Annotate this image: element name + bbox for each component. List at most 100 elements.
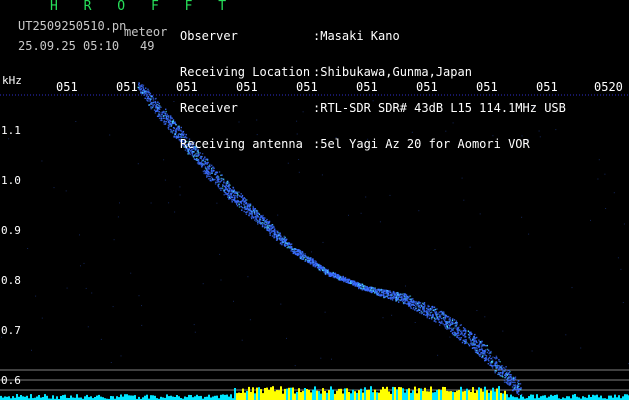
echo-dot <box>503 379 506 381</box>
noise-bar <box>154 395 156 400</box>
echo-dot <box>251 213 253 215</box>
echo-dot <box>218 186 220 188</box>
echo-dot <box>370 289 372 291</box>
noise-speckle <box>80 265 81 267</box>
echo-dot <box>139 85 141 87</box>
y-tick-label: 1.1 <box>1 124 21 137</box>
echo-dot <box>233 190 235 193</box>
image-filename: UT2509250510.pn <box>18 19 127 33</box>
echo-dot <box>454 325 456 327</box>
echo-dot <box>477 351 479 353</box>
noise-bar <box>214 395 216 400</box>
echo-dot <box>253 211 256 213</box>
echo-dot <box>226 187 228 190</box>
noise-speckle <box>294 365 296 367</box>
noise-bar <box>596 394 598 400</box>
echo-dot <box>266 227 268 230</box>
echo-dot <box>225 185 228 187</box>
echo-dot <box>500 368 503 370</box>
noise-bar <box>490 390 492 400</box>
noise-bar <box>116 396 118 400</box>
echo-dot <box>279 242 282 245</box>
echo-dot <box>423 313 425 316</box>
echo-dot <box>238 203 240 205</box>
echo-dot <box>452 333 455 336</box>
echo-dot <box>269 234 271 236</box>
echo-dot <box>427 308 429 311</box>
noise-bar <box>462 391 464 400</box>
echo-dot <box>241 194 244 197</box>
echo-dot <box>276 231 279 233</box>
noise-bar <box>404 392 406 400</box>
echo-dot <box>314 260 317 262</box>
noise-bar <box>70 395 72 400</box>
echo-dot <box>173 136 175 138</box>
echo-dot <box>486 344 488 347</box>
noise-speckle <box>83 262 85 264</box>
echo-dot <box>232 199 234 201</box>
noise-speckle <box>597 178 599 180</box>
echo-dot <box>309 260 312 262</box>
noise-bar <box>400 387 402 400</box>
noise-bar <box>236 393 238 400</box>
echo-dot <box>384 296 386 298</box>
noise-bar <box>212 396 214 400</box>
noise-speckle <box>311 251 312 253</box>
echo-dot <box>164 113 167 115</box>
echo-dot <box>175 136 177 138</box>
echo-dot <box>326 271 329 273</box>
echo-dot <box>395 300 398 302</box>
echo-dot <box>485 359 487 362</box>
noise-bar <box>190 395 192 400</box>
noise-bar <box>422 391 424 400</box>
echo-dot <box>326 270 329 272</box>
noise-speckle <box>565 334 567 336</box>
noise-speckle <box>365 196 367 198</box>
echo-dot <box>261 224 264 226</box>
noise-bar <box>344 388 346 400</box>
echo-dot <box>434 320 436 322</box>
echo-dot <box>269 224 272 227</box>
noise-bar <box>310 392 312 400</box>
noise-bar <box>484 386 486 400</box>
echo-dot <box>213 179 215 181</box>
echo-dot <box>284 245 286 247</box>
noise-bar <box>266 387 268 400</box>
noise-bar <box>292 387 294 400</box>
echo-dot <box>459 330 462 332</box>
noise-bar <box>506 394 508 400</box>
noise-bar <box>608 395 610 400</box>
echo-dot <box>399 299 401 301</box>
x-tick-label: 051 <box>476 80 498 94</box>
noise-speckle <box>280 303 282 305</box>
echo-dot <box>236 205 239 207</box>
echo-dot <box>511 381 514 384</box>
echo-dot <box>514 386 517 388</box>
echo-dot <box>359 283 361 285</box>
echo-dot <box>417 302 419 305</box>
echo-dot <box>409 301 411 303</box>
echo-dot <box>463 333 466 335</box>
noise-speckle <box>414 322 416 323</box>
y-tick-label: 0.6 <box>1 374 21 387</box>
noise-speckle <box>119 202 120 204</box>
echo-dot <box>393 292 395 294</box>
echo-dot <box>400 293 402 295</box>
echo-dot <box>160 106 162 108</box>
noise-bar <box>268 389 270 400</box>
echo-dot <box>146 99 148 102</box>
noise-bar <box>592 394 594 400</box>
observer-value: :Masaki Kano <box>313 29 400 43</box>
noise-speckle <box>277 214 279 216</box>
echo-dot <box>227 190 229 192</box>
echo-dot <box>403 298 406 301</box>
x-tick-label: 0520 <box>594 80 623 94</box>
echo-dot <box>219 181 221 183</box>
echo-dot <box>404 302 406 304</box>
noise-bar <box>468 390 470 400</box>
echo-dot <box>154 112 157 114</box>
noise-bar <box>22 396 24 400</box>
echo-dot <box>468 344 471 347</box>
echo-dot <box>423 302 426 304</box>
echo-dot <box>470 343 472 345</box>
